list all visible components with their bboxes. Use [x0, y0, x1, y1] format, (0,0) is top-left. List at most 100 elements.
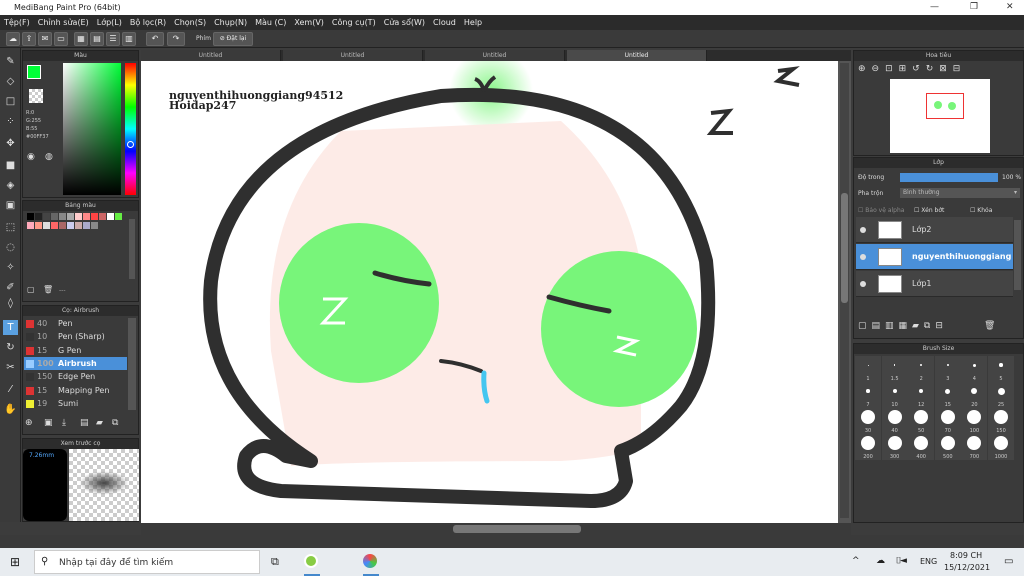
brush-size-cell[interactable]: 3 — [934, 356, 961, 382]
layers-scrollbar[interactable] — [1014, 220, 1021, 290]
dot-tool-icon[interactable]: ⁘ — [3, 114, 18, 129]
vertical-scroll-thumb[interactable] — [841, 193, 848, 303]
cloud-icon[interactable]: ☁ — [6, 32, 20, 46]
brush-item[interactable]: 150 Edge Pen — [24, 370, 127, 383]
text-tool-icon[interactable]: T — [3, 320, 18, 335]
clock-date[interactable]: 15/12/2021 — [944, 563, 990, 572]
brush-import-icon[interactable]: ⤓ — [62, 418, 66, 428]
notification-icon[interactable]: ▭ — [1004, 556, 1013, 567]
brush-item[interactable]: 10 Pen (Sharp) — [24, 330, 127, 343]
tab-untitled-3[interactable]: Untitled — [425, 50, 565, 61]
tab-untitled-4[interactable]: Untitled — [567, 50, 707, 61]
layer-row-2[interactable]: nguyenthihuonggiang — [856, 244, 1013, 270]
menu-tools[interactable]: Công cụ(T) — [332, 18, 376, 27]
minimize-button[interactable]: — — [930, 2, 939, 12]
palette-scrollbar[interactable] — [129, 219, 135, 279]
brush-size-cell[interactable]: 12 — [908, 382, 935, 408]
volume-icon[interactable]: ◄ — [900, 556, 907, 566]
menu-edit[interactable]: Chỉnh sửa(E) — [38, 18, 89, 27]
layer-action-icons[interactable]: ▢▤▥▦▰⧉⊟ — [858, 321, 948, 331]
tab-untitled-1[interactable]: Untitled — [141, 50, 281, 61]
brush-item[interactable]: 100 Airbrush — [24, 356, 127, 370]
maximize-button[interactable]: ❐ — [970, 2, 978, 12]
language-indicator[interactable]: ENG — [920, 557, 937, 566]
layer-row-3[interactable]: Lớp1 — [856, 271, 1013, 297]
blend-select[interactable]: Bình thường ▾ — [900, 188, 1020, 198]
brush-size-cell[interactable]: 15 — [934, 382, 961, 408]
brush-size-cell[interactable]: 5 — [988, 356, 1014, 382]
brush-size-cell[interactable]: 20 — [961, 382, 988, 408]
brush-scrollbar[interactable] — [128, 318, 136, 410]
eyedropper-icon[interactable]: ⁄ — [3, 382, 18, 397]
lock-checkbox[interactable]: ☐ Khóa — [970, 207, 992, 214]
brush-size-cell[interactable]: 300 — [881, 434, 908, 460]
brush-size-cell[interactable]: 150 — [988, 408, 1014, 434]
eraser-tool-icon[interactable]: ◇ — [3, 74, 18, 89]
hue-handle[interactable] — [127, 141, 134, 148]
select-eraser-icon[interactable]: ◊ — [3, 296, 18, 311]
menu-select[interactable]: Chọn(S) — [174, 18, 206, 27]
brush-duplicate-icon[interactable]: ⧉ — [112, 418, 118, 428]
taskbar-search[interactable]: ⚲ Nhập tại đây để tìm kiếm — [34, 550, 260, 574]
windows-start-icon[interactable]: ⊞ — [10, 555, 20, 569]
comment-icon[interactable]: ▭ — [54, 32, 68, 46]
menu-color[interactable]: Màu (C) — [255, 18, 286, 27]
canvas-area[interactable]: nguyenthihuonggiang94512 Hoidap247 — [141, 61, 851, 523]
chat-icon[interactable]: ✉ — [38, 32, 52, 46]
saturation-value-picker[interactable] — [63, 63, 121, 195]
drawing-canvas[interactable]: nguyenthihuonggiang94512 Hoidap247 — [141, 61, 838, 523]
panel-icon[interactable]: ▤ — [90, 32, 104, 46]
color-wheel-icon[interactable]: ◉ — [27, 152, 39, 164]
material-icon[interactable]: ▥ — [122, 32, 136, 46]
shape-tool-icon[interactable]: ■ — [3, 158, 18, 173]
brush-size-cell[interactable]: 7 — [855, 382, 881, 408]
navigator-viewport[interactable] — [926, 93, 964, 119]
brush-size-cell[interactable]: 4 — [961, 356, 988, 382]
reset-button[interactable]: ⊘ Đặt lại — [213, 32, 253, 46]
brush-size-cell[interactable]: 50 — [908, 408, 935, 434]
brush-add-icon[interactable]: ⊕ — [25, 418, 33, 428]
share-icon[interactable]: ⇪ — [22, 32, 36, 46]
move-tool-icon[interactable]: ✥ — [3, 136, 18, 151]
divide-tool-icon[interactable]: ✂ — [3, 360, 18, 375]
brush-size-cell[interactable]: 1000 — [988, 434, 1014, 460]
brush-settings-icon[interactable]: ▣ — [44, 418, 53, 428]
navigator-thumbnail[interactable] — [890, 79, 990, 153]
lasso-tool-icon[interactable]: ◌ — [3, 240, 18, 255]
select-pen-icon[interactable]: ✐ — [3, 280, 18, 295]
brush-size-cell[interactable]: 30 — [855, 408, 881, 434]
menu-window[interactable]: Cửa sổ(W) — [384, 18, 425, 27]
tray-chevron-icon[interactable]: ^ — [852, 556, 860, 566]
new-palette-icon[interactable]: ▢ — [27, 285, 35, 294]
brush-size-cell[interactable]: 25 — [988, 382, 1014, 408]
horizontal-scrollbar[interactable] — [141, 523, 851, 535]
menu-filter[interactable]: Bộ lọc(R) — [130, 18, 166, 27]
vertical-scrollbar[interactable] — [840, 63, 849, 518]
opacity-slider[interactable] — [900, 173, 998, 182]
navigator-controls[interactable]: ⊕⊖⊡⊞↺↻⊠⊟ — [858, 64, 966, 74]
menu-file[interactable]: Tệp(F) — [4, 18, 30, 27]
hue-slider[interactable] — [125, 63, 136, 195]
brush-item[interactable]: 15 G Pen — [24, 344, 127, 357]
brush-folder-icon[interactable]: ▰ — [96, 418, 103, 428]
brush-item[interactable]: 19 Sumi — [24, 397, 127, 410]
background-color-swatch[interactable] — [29, 89, 43, 103]
palette-swatches[interactable] — [27, 213, 127, 231]
menu-view[interactable]: Xem(V) — [294, 18, 324, 27]
cloud-tray-icon[interactable]: ☁ — [876, 556, 885, 566]
menu-snap[interactable]: Chụp(N) — [214, 18, 247, 27]
color-slider-icon[interactable]: ◍ — [45, 152, 57, 164]
magic-wand-icon[interactable]: ✧ — [3, 260, 18, 275]
brush-item[interactable]: 40 Pen — [24, 317, 127, 330]
brush-size-cell[interactable]: 40 — [881, 408, 908, 434]
tab-untitled-2[interactable]: Untitled — [283, 50, 423, 61]
brush-size-cell[interactable]: 500 — [934, 434, 961, 460]
medibang-app-icon[interactable] — [363, 554, 377, 568]
layer-row-1[interactable]: Lớp2 — [856, 217, 1013, 243]
brush-size-cell[interactable]: 400 — [908, 434, 935, 460]
delete-layer-icon[interactable]: 🗑 — [984, 321, 995, 331]
protect-alpha-checkbox[interactable]: ☐ Bảo vệ alpha — [858, 207, 904, 214]
brush-size-cell[interactable]: 1.5 — [881, 356, 908, 382]
brush-size-cell[interactable]: 100 — [961, 408, 988, 434]
hand-tool-icon[interactable]: ✋ — [3, 402, 18, 417]
